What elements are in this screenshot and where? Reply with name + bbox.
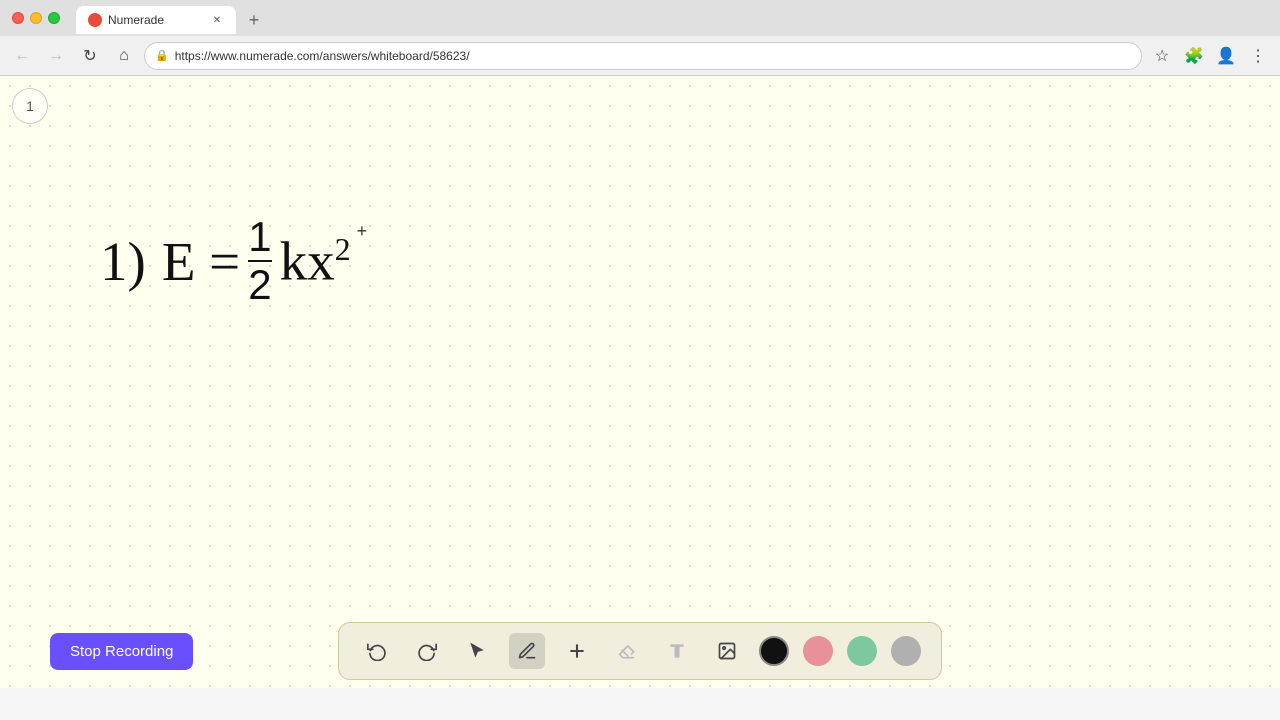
address-bar[interactable]: 🔒 https://www.numerade.com/answers/white… <box>144 42 1142 70</box>
title-bar: Numerade ✕ + <box>0 0 1280 36</box>
profile-button[interactable]: 👤 <box>1212 42 1240 70</box>
url-text: https://www.numerade.com/answers/whitebo… <box>175 49 1131 63</box>
add-icon <box>567 641 587 661</box>
refresh-button[interactable]: ↻ <box>76 42 104 70</box>
pen-button[interactable] <box>509 633 545 669</box>
undo-button[interactable] <box>359 633 395 669</box>
menu-button[interactable]: ⋮ <box>1244 42 1272 70</box>
active-tab[interactable]: Numerade ✕ <box>76 6 236 34</box>
exponent-2: 2 <box>335 231 351 267</box>
minimize-button[interactable] <box>30 12 42 24</box>
equation-fraction: 1 2 <box>248 216 271 306</box>
lock-icon: 🔒 <box>155 49 169 62</box>
color-green[interactable] <box>847 636 877 666</box>
math-equation: 1) E = 1 2 kx2 + <box>100 216 367 306</box>
tab-bar: Numerade ✕ + <box>68 2 276 34</box>
bookmark-icon[interactable]: ☆ <box>1148 42 1176 70</box>
undo-icon <box>367 641 387 661</box>
equation-prefix: 1) <box>100 234 146 289</box>
eraser-button[interactable] <box>609 633 645 669</box>
pen-icon <box>517 641 537 661</box>
tab-close-button[interactable]: ✕ <box>210 13 224 27</box>
navbar: ← → ↻ ⌂ 🔒 https://www.numerade.com/answe… <box>0 36 1280 76</box>
add-button[interactable] <box>559 633 595 669</box>
text-icon <box>667 641 687 661</box>
toolbar <box>338 622 942 680</box>
color-gray[interactable] <box>891 636 921 666</box>
fraction-numerator: 1 <box>248 216 271 262</box>
image-button[interactable] <box>709 633 745 669</box>
redo-icon <box>417 641 437 661</box>
extensions-button[interactable]: 🧩 <box>1180 42 1208 70</box>
color-pink[interactable] <box>803 636 833 666</box>
select-button[interactable] <box>459 633 495 669</box>
traffic-lights <box>12 12 60 24</box>
back-button[interactable]: ← <box>8 42 36 70</box>
stop-recording-button[interactable]: Stop Recording <box>50 633 193 670</box>
image-icon <box>717 641 737 661</box>
redo-button[interactable] <box>409 633 445 669</box>
forward-button[interactable]: → <box>42 42 70 70</box>
text-button[interactable] <box>659 633 695 669</box>
eraser-icon <box>617 641 637 661</box>
page-number: 1 <box>12 88 48 124</box>
tab-favicon <box>88 13 102 27</box>
cursor-plus: + <box>357 222 368 240</box>
equation-e: E = <box>162 234 240 289</box>
browser-chrome: Numerade ✕ + ← → ↻ ⌂ 🔒 https://www.numer… <box>0 0 1280 76</box>
maximize-button[interactable] <box>48 12 60 24</box>
equation-kx2: kx2 <box>280 233 351 288</box>
home-button[interactable]: ⌂ <box>110 42 138 70</box>
close-button[interactable] <box>12 12 24 24</box>
fraction-denominator: 2 <box>248 262 271 306</box>
new-tab-button[interactable]: + <box>240 6 268 34</box>
whiteboard: 1 1) E = 1 2 kx2 + Stop Recording <box>0 76 1280 688</box>
nav-actions: ☆ 🧩 👤 ⋮ <box>1148 42 1272 70</box>
color-black[interactable] <box>759 636 789 666</box>
tab-label: Numerade <box>108 13 204 27</box>
select-icon <box>467 641 487 661</box>
